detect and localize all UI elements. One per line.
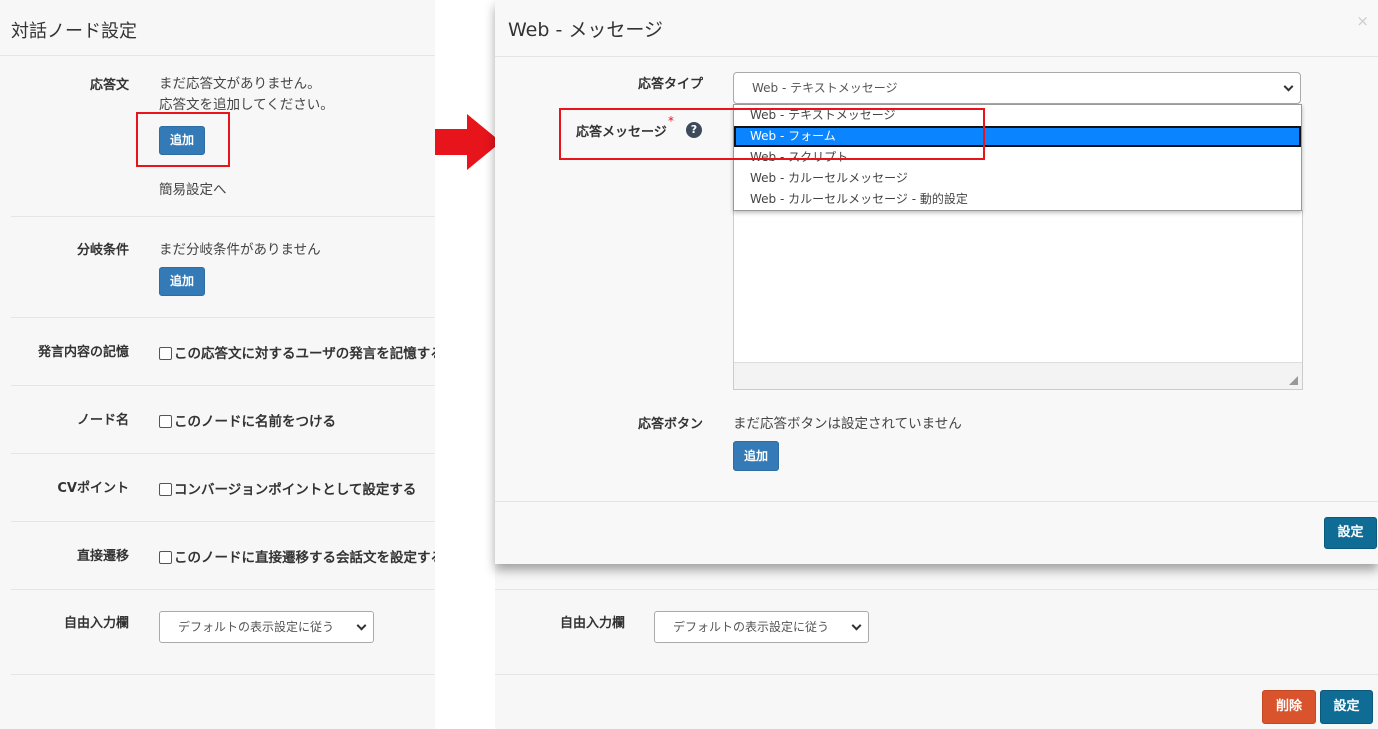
memory-checkbox-label: この応答文に対するユーザの発言を記憶する [174, 346, 435, 362]
free-input-select-value: デフォルトの表示設定に従う [178, 620, 335, 634]
direct-transition-option[interactable]: このノードに直接遷移する会話文を設定する [159, 546, 435, 566]
node-name-checkbox[interactable] [159, 415, 172, 428]
free-input-select-right[interactable]: デフォルトの表示設定に従う [654, 611, 869, 643]
right-arrow-icon [435, 114, 501, 170]
screenshot-stage: 対話ノード設定 応答文 まだ応答文がありません。 応答文を追加してください。 追… [0, 0, 1378, 729]
resize-handle-icon[interactable] [1289, 376, 1298, 385]
branch-row: 分岐条件 まだ分岐条件がありません 追加 [11, 217, 435, 318]
cv-point-row: CVポイント コンバージョンポイントとして設定する [11, 454, 435, 522]
highlight-add-button [136, 112, 230, 167]
dropdown-option[interactable]: Web - カルーセルメッセージ - 動的設定 [734, 189, 1301, 210]
add-branch-button[interactable]: 追加 [159, 267, 205, 296]
node-name-checkbox-label: このノードに名前をつける [174, 414, 336, 430]
simple-settings-link[interactable]: 簡易設定へ [159, 178, 227, 198]
save-button[interactable]: 設定 [1320, 690, 1373, 724]
textarea-footer [734, 362, 1302, 389]
free-input-row: 自由入力欄 デフォルトの表示設定に従う [11, 590, 435, 675]
modal-submit-button[interactable]: 設定 [1324, 517, 1377, 549]
node-name-option[interactable]: このノードに名前をつける [159, 410, 336, 430]
highlight-response-message [559, 108, 985, 160]
direct-transition-checkbox[interactable] [159, 551, 172, 564]
free-input-select[interactable]: デフォルトの表示設定に従う [159, 611, 374, 643]
node-settings-panel: 対話ノード設定 応答文 まだ応答文がありません。 応答文を追加してください。 追… [0, 0, 435, 729]
direct-transition-row: 直接遷移 このノードに直接遷移する会話文を設定する [11, 522, 435, 590]
memory-label: 発言内容の記憶 [37, 345, 129, 360]
free-input-label-right: 自由入力欄 [560, 616, 626, 631]
delete-button[interactable]: 削除 [1262, 690, 1316, 724]
chevron-down-icon [1283, 81, 1294, 92]
response-empty-line1: まだ応答文がありません。 [159, 76, 321, 92]
response-type-label: 応答タイプ [638, 77, 704, 92]
response-label: 応答文 [89, 78, 129, 93]
cv-point-checkbox[interactable] [159, 483, 172, 496]
direct-transition-checkbox-label: このノードに直接遷移する会話文を設定する [174, 550, 435, 566]
response-empty-line2: 応答文を追加してください。 [159, 97, 334, 113]
response-buttons-empty: まだ応答ボタンは設定されていません [733, 416, 962, 432]
chevron-down-icon [851, 620, 862, 631]
web-message-modal: Web - メッセージ × 応答タイプ Web - テキストメッセージ 応答メッ… [495, 0, 1378, 564]
response-type-select[interactable]: Web - テキストメッセージ [733, 72, 1301, 104]
memory-checkbox[interactable] [159, 347, 172, 360]
response-buttons-label: 応答ボタン [638, 417, 704, 432]
cv-point-option[interactable]: コンバージョンポイントとして設定する [159, 478, 416, 498]
memory-row: 発言内容の記憶 この応答文に対するユーザの発言を記憶する [11, 318, 435, 386]
dropdown-option[interactable]: Web - カルーセルメッセージ [734, 168, 1301, 189]
node-name-row: ノード名 このノードに名前をつける [11, 386, 435, 454]
response-type-select-value: Web - テキストメッセージ [752, 81, 898, 95]
panel-title: 対話ノード設定 [0, 0, 435, 56]
memory-option[interactable]: この応答文に対するユーザの発言を記憶する [159, 342, 435, 362]
free-input-select-right-value: デフォルトの表示設定に従う [673, 620, 830, 634]
branch-label: 分岐条件 [76, 243, 129, 258]
modal-title: Web - メッセージ [495, 0, 1378, 57]
free-input-label: 自由入力欄 [63, 616, 129, 631]
cv-point-checkbox-label: コンバージョンポイントとして設定する [174, 482, 417, 498]
chevron-down-icon [356, 620, 367, 631]
response-message-textarea[interactable] [733, 210, 1303, 390]
branch-empty: まだ分岐条件がありません [159, 242, 321, 258]
close-icon[interactable]: × [1356, 12, 1369, 30]
add-response-button-modal[interactable]: 追加 [733, 441, 779, 471]
node-name-label: ノード名 [76, 413, 129, 428]
direct-transition-label: 直接遷移 [76, 549, 129, 564]
cv-point-label: CVポイント [57, 481, 129, 496]
